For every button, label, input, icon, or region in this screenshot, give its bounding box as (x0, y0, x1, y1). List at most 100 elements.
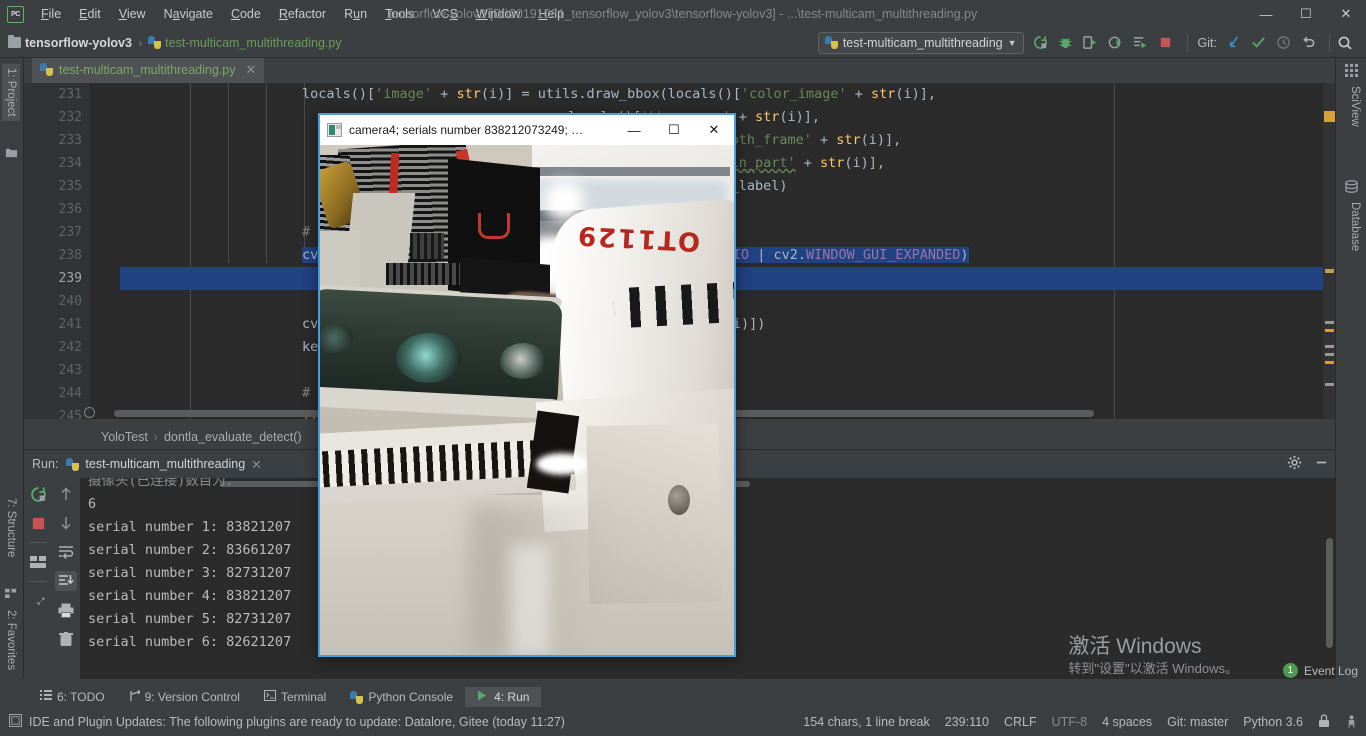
run-panel-tab[interactable]: test-multicam_multithreading ✕ (66, 457, 261, 472)
menu-item-code[interactable]: Code (222, 4, 270, 24)
menu-item-vcs[interactable]: VCS (423, 4, 467, 24)
bottom-tab-todo[interactable]: 6: TODO (28, 687, 117, 707)
scroll-to-end-icon[interactable] (55, 571, 77, 591)
sidebar-item-favorites[interactable]: 2: Favorites (2, 606, 20, 674)
event-log-button[interactable]: 1 Event Log (1283, 663, 1358, 678)
soft-wrap-icon[interactable] (55, 542, 77, 562)
breadcrumb-method[interactable]: dontla_evaluate_detect() (164, 430, 302, 444)
status-encoding[interactable]: UTF-8 (1052, 715, 1087, 729)
history-icon[interactable] (1272, 32, 1294, 54)
menu-item-run[interactable]: Run (335, 4, 376, 24)
editor-tab-row: test-multicam_multithreading.py ✕ (24, 58, 1335, 83)
status-interpreter[interactable]: Python 3.6 (1243, 715, 1303, 729)
occurrence-marker[interactable] (1325, 353, 1334, 356)
search-icon[interactable] (1334, 32, 1356, 54)
menu-item-tools[interactable]: Tools (376, 4, 423, 24)
project-folder-icon (5, 146, 18, 159)
camera-preview-window[interactable]: camera4; serials number 838212073249; … … (318, 113, 736, 657)
python-config-icon (825, 36, 838, 49)
menu-item-navigate[interactable]: Navigate (155, 4, 222, 24)
console-line: 6 (88, 493, 96, 516)
lock-icon[interactable] (1318, 714, 1330, 731)
run-with-coverage-icon[interactable] (1080, 32, 1102, 54)
bottom-tab-label: Python Console (368, 690, 453, 704)
navigation-bar: tensorflow-yolov3 › test-multicam_multit… (0, 28, 1366, 58)
run-queue-icon[interactable] (1130, 32, 1152, 54)
warning-marker[interactable] (1325, 329, 1334, 332)
breadcrumb-project[interactable]: tensorflow-yolov3 (25, 36, 132, 50)
warning-marker[interactable] (1325, 361, 1334, 364)
breadcrumb-arrow: › (154, 430, 158, 444)
menu-item-window[interactable]: Window (467, 4, 529, 24)
status-message[interactable]: IDE and Plugin Updates: The following pl… (0, 714, 565, 730)
minimize-button[interactable]: — (1246, 0, 1286, 28)
menu-item-file[interactable]: File (32, 4, 70, 24)
run-configuration-selector[interactable]: test-multicam_multithreading ▼ (818, 32, 1024, 54)
breadcrumb-class[interactable]: YoloTest (101, 430, 148, 444)
menu-bar: File Edit View Navigate Code Refactor Ru… (32, 4, 573, 24)
sidebar-item-sciview[interactable]: SciView (1345, 82, 1365, 131)
clear-all-icon[interactable] (55, 629, 77, 649)
camera-close-button[interactable]: ✕ (694, 115, 734, 145)
line-number: 244 (59, 382, 82, 405)
sidebar-item-database[interactable]: Database (1345, 198, 1365, 255)
editor-marker-column[interactable] (1323, 83, 1335, 419)
inspector-icon[interactable] (1345, 714, 1358, 731)
line-number-current: 239 (59, 267, 82, 290)
rerun-icon[interactable] (1030, 32, 1052, 54)
update-project-icon[interactable] (1222, 32, 1244, 54)
change-marker[interactable] (1325, 269, 1334, 273)
menu-item-edit[interactable]: Edit (70, 4, 110, 24)
gear-icon[interactable] (1287, 455, 1302, 473)
rollback-icon[interactable] (1297, 32, 1319, 54)
up-arrow-icon[interactable] (55, 484, 77, 504)
status-line-separator[interactable]: CRLF (1004, 715, 1037, 729)
profile-icon[interactable] (1105, 32, 1127, 54)
close-button[interactable]: ✕ (1326, 0, 1366, 28)
occurrence-marker[interactable] (1325, 321, 1334, 324)
menu-item-refactor[interactable]: Refactor (270, 4, 335, 24)
close-icon[interactable]: ✕ (245, 62, 256, 78)
status-caret-position[interactable]: 239:110 (945, 715, 989, 729)
breadcrumb-file[interactable]: test-multicam_multithreading.py (165, 36, 341, 50)
device-label-text: OT1129 (575, 220, 701, 256)
camera-lens (500, 343, 546, 379)
warning-marker[interactable] (1324, 111, 1335, 122)
occurrence-marker[interactable] (1325, 383, 1334, 386)
camera-window-title-bar[interactable]: camera4; serials number 838212073249; … … (320, 115, 734, 145)
camera-minimize-button[interactable]: — (614, 115, 654, 145)
rerun-icon[interactable] (27, 484, 49, 504)
bottom-tab-terminal[interactable]: Terminal (252, 687, 338, 707)
line-number: 242 (59, 336, 82, 359)
window-frame-top (534, 167, 730, 176)
stop-icon[interactable] (1155, 32, 1177, 54)
pin-icon[interactable] (27, 591, 49, 611)
sidebar-item-project[interactable]: 1: Project (2, 64, 20, 121)
commit-icon[interactable] (1247, 32, 1269, 54)
minimize-icon[interactable] (1314, 455, 1329, 473)
down-arrow-icon[interactable] (55, 513, 77, 533)
editor-tab[interactable]: test-multicam_multithreading.py ✕ (32, 58, 264, 83)
layout-icon[interactable] (27, 552, 49, 572)
run-panel-label: Run: (32, 457, 58, 471)
occurrence-marker[interactable] (1325, 345, 1334, 348)
debug-icon[interactable] (1055, 32, 1077, 54)
console-line: serial number 3: 82731207 (88, 562, 291, 585)
camera-video-feed[interactable]: OT1129 (320, 145, 734, 655)
editor-gutter[interactable]: 231 232 233 234 235 236 237 238 239 240 … (24, 83, 90, 419)
menu-item-help[interactable]: Help (529, 4, 573, 24)
stop-icon[interactable] (27, 513, 49, 533)
bottom-tab-version-control[interactable]: 9: Version Control (117, 687, 252, 708)
close-icon[interactable]: ✕ (251, 457, 261, 472)
bottom-tab-python-console[interactable]: Python Console (338, 687, 465, 707)
sidebar-item-structure[interactable]: 7: Structure (2, 494, 20, 561)
python-file-icon (148, 36, 161, 49)
bottom-tab-run[interactable]: 4: Run (465, 687, 541, 707)
camera-maximize-button[interactable]: ☐ (654, 115, 694, 145)
status-git-branch[interactable]: Git: master (1167, 715, 1228, 729)
print-icon[interactable] (55, 600, 77, 620)
maximize-button[interactable]: ☐ (1286, 0, 1326, 28)
status-indent[interactable]: 4 spaces (1102, 715, 1152, 729)
menu-item-view[interactable]: View (110, 4, 155, 24)
console-vertical-scrollbar[interactable] (1326, 538, 1333, 648)
